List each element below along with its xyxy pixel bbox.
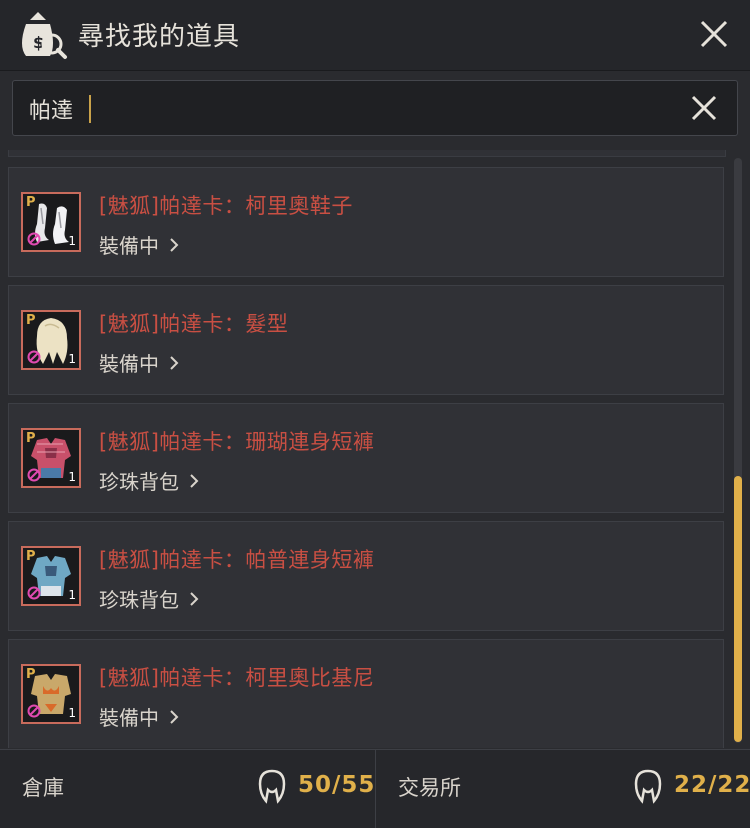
weight-icon — [634, 769, 662, 804]
chevron-right-icon — [190, 591, 199, 606]
weight-icon — [258, 769, 286, 804]
item-count: 1 — [68, 234, 76, 248]
papu-outfit-icon: P 1 — [21, 546, 81, 606]
item-name: [魅狐]帕達卡：柯里奧比基尼 — [99, 666, 375, 690]
footer-bar: 倉庫 50/55 交易所 22/22 — [0, 749, 750, 828]
item-name: [魅狐]帕達卡：帕普連身短褲 — [99, 548, 375, 572]
market-label: 交易所 — [398, 776, 461, 800]
item-location-label: 裝備中 — [99, 352, 159, 376]
item-location-link[interactable]: 珍珠背包 — [99, 584, 199, 613]
chevron-right-icon — [170, 237, 179, 252]
item-location-label: 珍珠背包 — [99, 588, 179, 612]
clear-search-icon[interactable] — [685, 89, 723, 127]
item-location-link[interactable]: 裝備中 — [99, 230, 179, 259]
item-location-label: 裝備中 — [99, 234, 159, 258]
hair-icon: P 1 — [21, 310, 81, 370]
premium-badge: P — [26, 667, 36, 682]
search-input[interactable] — [27, 89, 671, 129]
window-title: 尋找我的道具 — [78, 22, 241, 52]
premium-badge: P — [26, 549, 36, 564]
premium-badge: P — [26, 195, 36, 210]
scrollbar-thumb[interactable] — [734, 476, 742, 742]
item-location-link[interactable]: 裝備中 — [99, 348, 179, 377]
no-trade-icon — [27, 232, 41, 246]
item-count: 1 — [68, 706, 76, 720]
item-count: 1 — [68, 588, 76, 602]
bag-search-icon: $ — [22, 12, 67, 59]
list-item[interactable]: P 1 [魅狐]帕達卡：柯里奧比基尼 裝備中 — [8, 639, 724, 748]
bikini-icon: P 1 — [21, 664, 81, 724]
chevron-right-icon — [170, 709, 179, 724]
shoes-icon: P 1 — [21, 192, 81, 252]
search-box — [12, 80, 738, 136]
market-capacity: 22/22 — [674, 772, 750, 798]
item-name: [魅狐]帕達卡：柯里奧鞋子 — [99, 194, 353, 218]
item-count: 1 — [68, 470, 76, 484]
premium-badge: P — [26, 431, 36, 446]
list-item[interactable]: P 1 [魅狐]帕達卡：柯里奧鞋子 裝備中 — [8, 167, 724, 277]
no-trade-icon — [27, 468, 41, 482]
item-location-link[interactable]: 珍珠背包 — [99, 466, 199, 495]
no-trade-icon — [27, 586, 41, 600]
item-location-link[interactable]: 裝備中 — [99, 702, 179, 731]
warehouse-capacity: 50/55 — [298, 772, 376, 798]
premium-badge: P — [26, 313, 36, 328]
coral-outfit-icon: P 1 — [21, 428, 81, 488]
item-location-label: 裝備中 — [99, 706, 159, 730]
item-name: [魅狐]帕達卡：髮型 — [99, 312, 289, 336]
close-icon[interactable] — [694, 14, 734, 54]
item-count: 1 — [68, 352, 76, 366]
chevron-right-icon — [170, 355, 179, 370]
list-item[interactable]: P 1 [魅狐]帕達卡：帕普連身短褲 珍珠背包 — [8, 521, 724, 631]
list-item[interactable]: P 1 [魅狐]帕達卡：髮型 裝備中 — [8, 285, 724, 395]
no-trade-icon — [27, 704, 41, 718]
item-location-label: 珍珠背包 — [99, 470, 179, 494]
chevron-right-icon — [190, 473, 199, 488]
list-item-partial — [8, 150, 726, 157]
no-trade-icon — [27, 350, 41, 364]
window-header: $ 尋找我的道具 — [0, 0, 750, 71]
results-list[interactable]: P 1 [魅狐]帕達卡：柯里奧鞋子 裝備中 P 1 [魅狐]帕達卡：髮型 裝備中 — [0, 150, 750, 748]
item-name: [魅狐]帕達卡：珊瑚連身短褲 — [99, 430, 375, 454]
text-caret — [89, 95, 91, 123]
warehouse-label: 倉庫 — [22, 776, 64, 800]
footer-divider — [375, 750, 376, 828]
list-item[interactable]: P 1 [魅狐]帕達卡：珊瑚連身短褲 珍珠背包 — [8, 403, 724, 513]
